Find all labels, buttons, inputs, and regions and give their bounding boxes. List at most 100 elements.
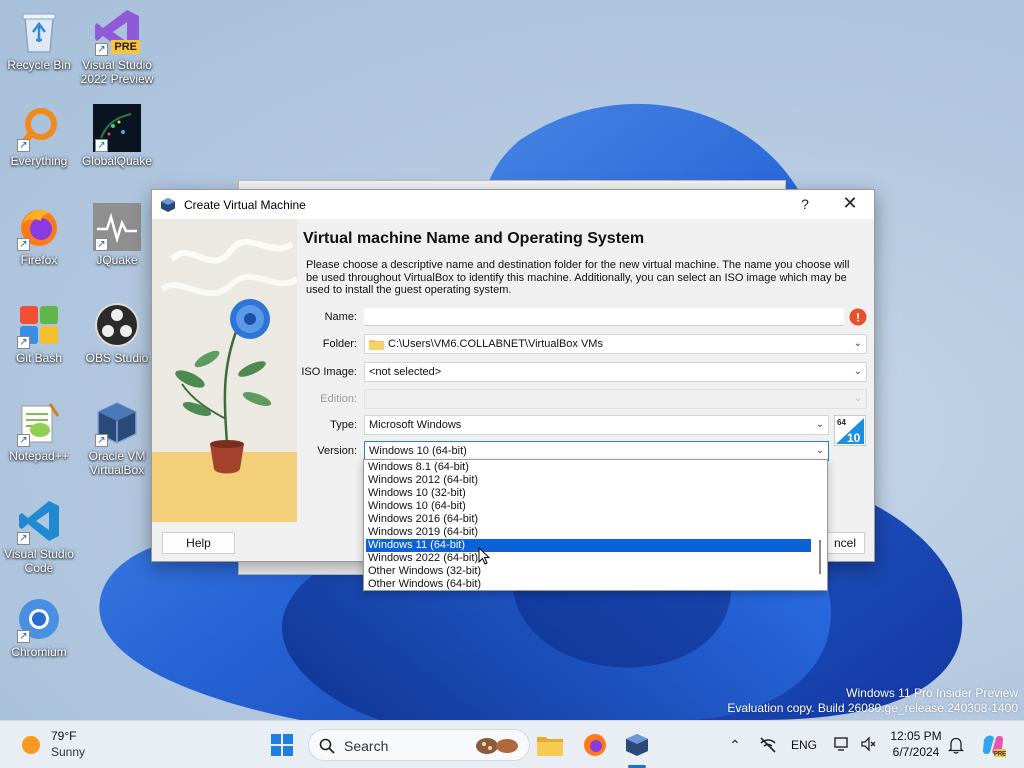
name-input[interactable] — [364, 308, 844, 326]
edition-label: Edition: — [320, 393, 357, 405]
iso-image-combo[interactable]: <not selected> ⌄ — [364, 362, 867, 382]
version-dropdown-list[interactable]: Windows 8.1 (64-bit) Windows 2012 (64-bi… — [363, 459, 828, 591]
volume-muted-icon[interactable] — [858, 734, 878, 754]
visual-studio-icon: ↗ PRE — [93, 8, 141, 56]
folder-label: Folder: — [322, 338, 357, 350]
version-option[interactable]: Windows 2022 (64-bit) — [366, 552, 811, 565]
version-option[interactable]: Windows 8.1 (64-bit) — [366, 461, 811, 474]
desktop-icon-vscode[interactable]: ↗ Visual Studio Code — [0, 497, 78, 575]
iso-image-value: <not selected> — [369, 366, 442, 378]
pre-badge: PRE — [111, 40, 140, 54]
svg-text:PRE: PRE — [994, 752, 1006, 758]
shortcut-arrow-icon: ↗ — [17, 630, 30, 643]
copilot-icon[interactable]: PRE — [979, 731, 1007, 759]
desktop-icon-chromium[interactable]: ↗ Chromium — [0, 595, 78, 659]
page-description: Please choose a descriptive name and des… — [306, 259, 850, 296]
dialog-title: Create Virtual Machine — [184, 197, 306, 212]
type-combo[interactable]: Microsoft Windows ⌄ — [364, 415, 829, 435]
chromium-icon: ↗ — [15, 595, 63, 643]
folder-combo[interactable]: C:\Users\VM6.COLLABNET\VirtualBox VMs ⌄ — [364, 334, 867, 354]
clock-date[interactable]: 6/7/2024 — [890, 745, 942, 759]
everything-search-icon: ↗ — [15, 104, 63, 152]
chevron-down-icon: ⌄ — [853, 338, 862, 349]
desktop-icon-virtualbox[interactable]: ↗ Oracle VM VirtualBox — [78, 399, 156, 477]
version-combo[interactable]: Windows 10 (64-bit) ⌄ — [364, 441, 829, 461]
shortcut-arrow-icon: ↗ — [95, 434, 108, 447]
firefox-icon: ↗ — [15, 203, 63, 251]
help-button[interactable]: Help — [162, 532, 235, 554]
weather-condition[interactable]: Sunny — [51, 745, 85, 759]
sun-icon — [22, 736, 40, 754]
version-option[interactable]: Windows 2019 (64-bit) — [366, 526, 811, 539]
input-language[interactable]: ENG — [791, 738, 817, 752]
weather-widget[interactable] — [18, 732, 44, 758]
windows-os-badge-icon: 64 10 — [834, 415, 866, 446]
shortcut-arrow-icon: ↗ — [95, 139, 108, 152]
desktop-icon-visual-studio-preview[interactable]: ↗ PRE Visual Studio 2022 Preview — [78, 8, 156, 86]
version-option[interactable]: Other Windows (64-bit) — [366, 578, 811, 590]
chevron-down-icon: ⌄ — [815, 445, 824, 456]
windows-logo-icon — [271, 734, 293, 756]
clock-time[interactable]: 12:05 PM — [890, 729, 942, 743]
svg-text:64: 64 — [837, 418, 846, 427]
chevron-down-icon: ⌄ — [853, 366, 862, 377]
firefox-icon — [584, 734, 606, 756]
scrollbar-thumb[interactable] — [819, 540, 821, 574]
shortcut-arrow-icon: ↗ — [17, 139, 30, 152]
version-option[interactable]: Windows 10 (64-bit) — [366, 500, 811, 513]
version-option[interactable]: Windows 10 (32-bit) — [366, 487, 811, 500]
desktop-icon-obs-studio[interactable]: OBS Studio — [78, 301, 156, 365]
edition-combo: ⌄ — [364, 389, 867, 409]
desktop-icon-git-bash[interactable]: ↗ Git Bash — [0, 301, 78, 365]
notification-bell-icon[interactable] — [946, 734, 966, 756]
taskbar-virtualbox[interactable] — [623, 731, 651, 759]
taskbar-firefox[interactable] — [581, 731, 609, 759]
shortcut-arrow-icon: ↗ — [95, 238, 108, 251]
page-heading: Virtual machine Name and Operating Syste… — [303, 230, 645, 247]
show-hidden-icons-chevron-up-icon[interactable]: ⌃ — [726, 735, 744, 755]
desktop-icon-firefox[interactable]: ↗ Firefox — [0, 203, 78, 267]
iso-image-label: ISO Image: — [301, 366, 357, 378]
desktop-icon-jquake[interactable]: ↗ JQuake — [78, 203, 156, 267]
vscode-icon: ↗ — [15, 497, 63, 545]
name-label: Name: — [324, 311, 357, 323]
warning-icon: ! — [849, 308, 867, 326]
taskbar-search-box[interactable]: Search — [308, 729, 530, 761]
desktop-icon-everything[interactable]: ↗ Everything — [0, 104, 78, 168]
desktop-icon-globalquake[interactable]: ↗ GlobalQuake — [78, 104, 156, 168]
virtualbox-icon: ↗ — [93, 399, 141, 447]
version-option[interactable]: Other Windows (32-bit) — [366, 565, 811, 578]
network-disconnected-icon[interactable] — [757, 734, 779, 756]
type-label: Type: — [330, 419, 357, 431]
context-help-button[interactable]: ? — [798, 196, 812, 212]
weather-temperature[interactable]: 79°F — [51, 729, 76, 743]
desktop-icon-notepad-plus-plus[interactable]: ↗ Notepad++ — [0, 399, 78, 463]
windows-evaluation-watermark: Windows 11 Pro Insider Preview Evaluatio… — [727, 686, 1018, 715]
taskbar: 79°F Sunny Search ⌃ ENG 12:05 PM 6/7/202… — [0, 720, 1024, 768]
start-button[interactable] — [269, 733, 295, 757]
display-icon[interactable] — [832, 734, 852, 754]
close-button[interactable]: ✕ — [840, 193, 860, 214]
version-option[interactable]: Windows 2016 (64-bit) — [366, 513, 811, 526]
taskbar-file-explorer[interactable] — [536, 731, 564, 759]
version-option[interactable]: Windows 2012 (64-bit) — [366, 474, 811, 487]
shortcut-arrow-icon: ↗ — [17, 532, 30, 545]
type-value: Microsoft Windows — [369, 419, 462, 431]
version-label: Version: — [317, 445, 357, 457]
chevron-down-icon: ⌄ — [853, 393, 862, 404]
search-icon — [319, 738, 335, 754]
version-value: Windows 10 (64-bit) — [369, 445, 467, 457]
desktop-icon-recycle-bin[interactable]: Recycle Bin — [0, 8, 78, 72]
dialog-titlebar[interactable]: Create Virtual Machine ? ✕ — [152, 190, 874, 219]
recycle-bin-icon — [15, 8, 63, 56]
version-option-highlighted[interactable]: Windows 11 (64-bit) — [366, 539, 811, 552]
shortcut-arrow-icon: ↗ — [17, 434, 30, 447]
file-explorer-icon — [537, 737, 563, 756]
dropdown-scrollbar[interactable] — [813, 460, 827, 590]
git-bash-icon: ↗ — [15, 301, 63, 349]
virtualbox-icon — [626, 734, 648, 756]
chevron-down-icon: ⌄ — [815, 419, 824, 430]
globalquake-icon: ↗ — [93, 104, 141, 152]
obs-studio-icon — [93, 301, 141, 349]
shortcut-arrow-icon: ↗ — [95, 43, 108, 56]
